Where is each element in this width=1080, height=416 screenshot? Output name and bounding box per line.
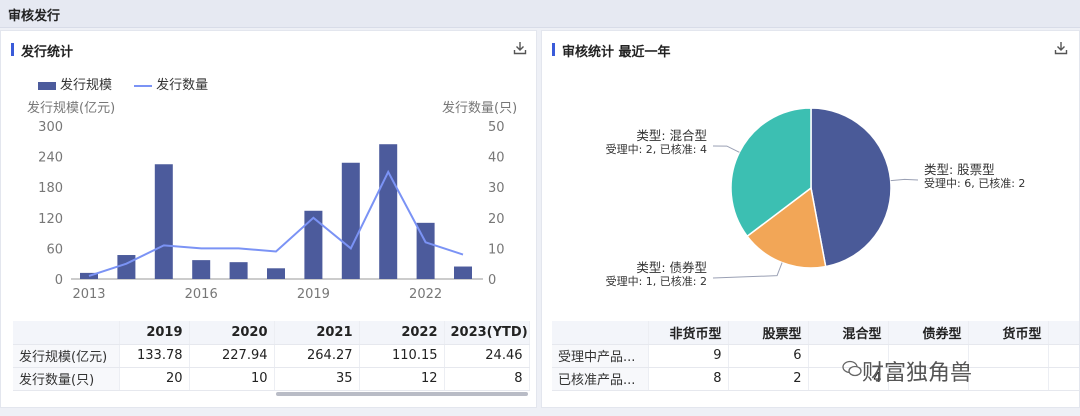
bar [267,268,285,279]
pie-label-leader [890,178,919,182]
column-header[interactable]: 债券型 [888,321,969,345]
y-left-tick-label: 0 [55,273,63,288]
wechat-icon [842,360,862,377]
table-cell [1048,367,1079,391]
table-cell: 133.78 [119,344,190,368]
bar [304,210,323,279]
x-tick-label: 2022 [409,287,442,302]
table-cell: 20 [119,367,190,391]
table-cell: 2 [728,367,809,391]
issuance-table: 2019 2020 2021 2022 2023(YTD) 发行规模(亿元) 1… [13,321,530,391]
y-left-tick-label: 60 [46,242,63,257]
table-header-row: 非货币型 股票型 混合型 债券型 货币型 FO [552,321,1079,345]
line-series [88,169,464,277]
pie-label-detail: 受理中: 1, 已核准: 2 [606,274,707,288]
table-cell: 110.15 [359,344,445,368]
column-header[interactable]: 2023(YTD) [444,321,530,345]
pie-chart: 类型: 股票型受理中: 6, 已核准: 2 类型: 债券型受理中: 1, 已核准:… [606,107,1025,288]
y-right-tick-label: 0 [488,273,496,288]
bar [154,164,173,279]
table-row: 发行数量(只) 20 10 35 12 8 [13,367,530,391]
table-cell: 35 [274,367,360,391]
y-right-tick-label: 10 [488,242,505,257]
x-tick-label: 2013 [72,287,105,302]
bar [192,260,211,279]
section-title: 审核发行 [8,9,61,24]
y-right-tick-label: 20 [488,212,505,227]
y-right-tick-label: 30 [488,181,505,196]
section-header: 审核发行 [0,0,1080,28]
column-header[interactable]: 混合型 [808,321,889,345]
row-header: 发行数量(只) [13,367,120,391]
y-left-tick-label: 180 [38,181,63,196]
bar [379,144,398,279]
table-cell: 10 [189,367,275,391]
review-table: 非货币型 股票型 混合型 债券型 货币型 FO 受理中产品... 9 6 已核准… [552,321,1079,391]
pie-label-type: 类型: 混合型 [636,128,707,143]
bar [229,262,248,279]
watermark-text: 财富独角兽 [862,361,973,386]
column-header[interactable]: 货币型 [968,321,1049,345]
row-header: 发行规模(亿元) [13,344,120,368]
table-scrollbar[interactable] [276,392,528,396]
table-cell: 12 [359,367,445,391]
table-row: 受理中产品... 9 6 [552,344,1079,368]
column-header[interactable]: 2021 [274,321,360,345]
table-corner [552,321,649,345]
column-header[interactable]: 股票型 [728,321,809,345]
bar [117,255,136,279]
issuance-stats-panel: 发行统计 发行规模 发行数量 发行规模(亿元) 发行数量(只) 0 60 120 18… [0,30,537,408]
pie-label-type: 类型: 债券型 [636,260,707,275]
table-cell [968,344,1049,368]
y-left-tick-label: 300 [38,120,63,135]
column-header[interactable]: FO [1048,321,1079,345]
bar [454,266,472,279]
y-right-tick-label: 50 [488,120,505,135]
column-header[interactable]: 2019 [119,321,190,345]
pie-label-type: 类型: 股票型 [924,162,995,177]
pie-label-leader [712,145,740,153]
table-corner [13,321,120,345]
row-header: 受理中产品... [552,344,649,368]
table-header-row: 2019 2020 2021 2022 2023(YTD) [13,321,530,345]
table-cell [968,367,1049,391]
table-cell: 8 [444,367,530,391]
column-header[interactable]: 2020 [189,321,275,345]
pie-label-detail: 受理中: 6, 已核准: 2 [924,176,1025,190]
pie-label-detail: 受理中: 2, 已核准: 4 [606,142,707,156]
table-cell [1048,344,1079,368]
x-tick-label: 2019 [297,287,330,302]
column-header[interactable]: 非货币型 [648,321,729,345]
review-stats-panel: 审核统计 最近一年 类型: 股票型 受理中: 6, 已核准: 2 类型: 债券型 受理… [541,30,1080,408]
bar [341,162,360,279]
pie-slice [810,107,892,268]
y-left-tick-label: 240 [38,151,63,166]
table-cell: 227.94 [189,344,275,368]
table-cell: 24.46 [444,344,530,368]
table-cell: 264.27 [274,344,360,368]
table-cell: 6 [728,344,809,368]
column-header[interactable]: 2022 [359,321,445,345]
y-left-tick-label: 120 [38,212,63,227]
row-header: 已核准产品... [552,367,649,391]
x-tick-label: 2016 [185,287,218,302]
combo-chart: 0 60 120 180 240 300 0 10 20 30 40 50 2013 2016 2019 20… [38,120,505,302]
table-row: 已核准产品... 8 2 4 [552,367,1079,391]
table-cell: 8 [648,367,729,391]
y-right-tick-label: 40 [488,151,505,166]
table-row: 发行规模(亿元) 133.78 227.94 264.27 110.15 24.… [13,344,530,368]
table-cell: 9 [648,344,729,368]
pie-label-leader [712,262,783,279]
